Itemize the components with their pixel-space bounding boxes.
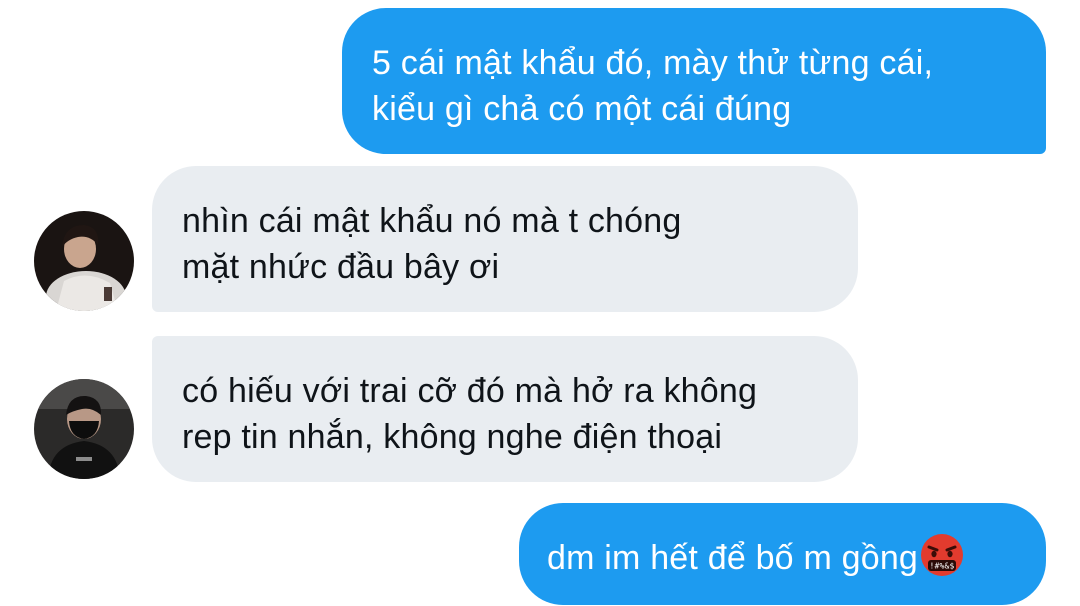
face-with-symbols-on-mouth-icon: !#%&$ <box>920 533 964 589</box>
avatar-photo-icon <box>34 379 134 479</box>
user-photo-avatar[interactable] <box>34 211 134 311</box>
message-text: dm im hết để bố m gồng <box>547 539 919 577</box>
avatar-photo-icon <box>34 211 134 311</box>
message-text-line: nhìn cái mật khẩu nó mà t chóng <box>182 202 682 240</box>
message-text-line: 5 cái mật khẩu đó, mày thử từng cái, <box>372 44 934 82</box>
message-text-line: rep tin nhắn, không nghe điện thoại <box>182 418 723 456</box>
message-bubble-incoming[interactable]: có hiếu với trai cỡ đó mà hở ra không re… <box>152 336 858 482</box>
message-text-line: có hiếu với trai cỡ đó mà hở ra không <box>182 372 758 410</box>
svg-text:!#%&$: !#%&$ <box>930 562 955 571</box>
message-bubble-incoming[interactable]: nhìn cái mật khẩu nó mà t chóng mặt nhức… <box>152 166 858 312</box>
message-bubble-outgoing[interactable]: dm im hết để bố m gồng !#%&$ <box>519 503 1046 605</box>
message-text-line: kiểu gì chả có một cái đúng <box>372 90 792 128</box>
user-photo-avatar-masked[interactable] <box>34 379 134 479</box>
message-text-line: dm im hết để bố m gồng !#%&$ <box>547 533 1046 589</box>
message-bubble-outgoing[interactable]: 5 cái mật khẩu đó, mày thử từng cái, kiể… <box>342 8 1046 154</box>
message-text-line: mặt nhức đầu bây ơi <box>182 248 500 286</box>
